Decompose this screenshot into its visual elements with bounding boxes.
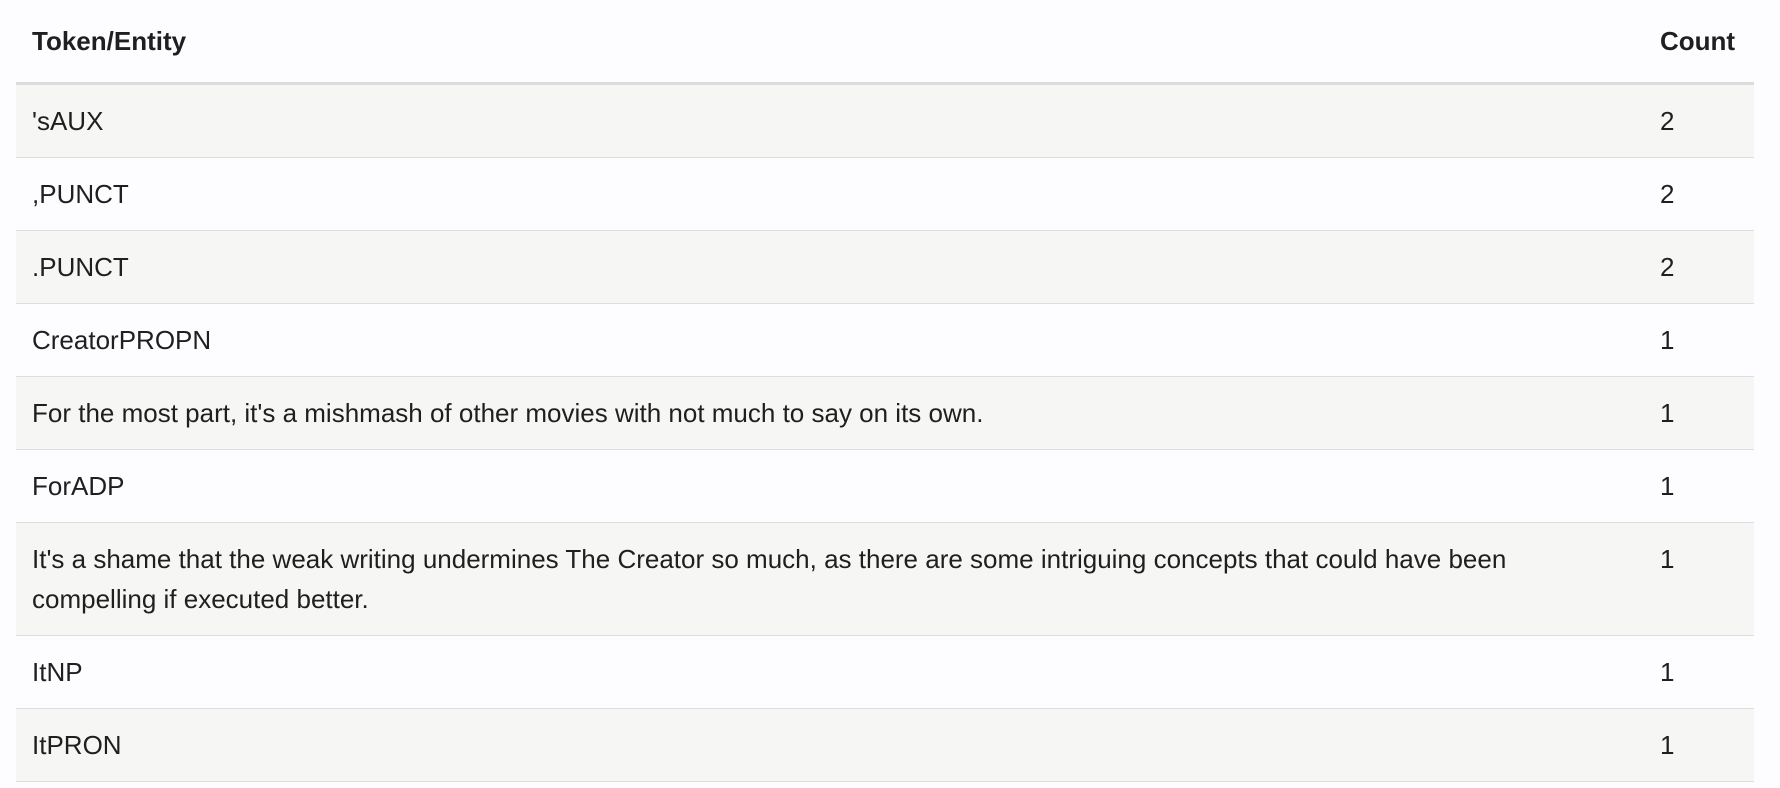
table-body: 'sAUX 2 ,PUNCT 2 .PUNCT 2 CreatorPROPN 1… — [16, 83, 1754, 782]
token-cell: ItPRON — [16, 708, 1644, 782]
column-header-count[interactable]: Count — [1644, 0, 1754, 85]
token-cell: CreatorPROPN — [16, 303, 1644, 377]
count-cell: 1 — [1644, 708, 1754, 782]
token-cell: ForADP — [16, 449, 1644, 523]
count-cell: 1 — [1644, 449, 1754, 523]
count-cell: 2 — [1644, 83, 1754, 158]
table-header: Token/Entity Count — [16, 0, 1754, 85]
table-row: ItPRON 1 — [16, 708, 1754, 782]
table-row: ,PUNCT 2 — [16, 157, 1754, 231]
token-cell: For the most part, it's a mishmash of ot… — [16, 376, 1644, 450]
count-cell: 1 — [1644, 635, 1754, 709]
table-row: CreatorPROPN 1 — [16, 303, 1754, 377]
table-row: ForADP 1 — [16, 449, 1754, 523]
count-cell: 1 — [1644, 303, 1754, 377]
token-cell: It's a shame that the weak writing under… — [16, 522, 1644, 636]
table-row: .PUNCT 2 — [16, 230, 1754, 304]
table-row: For the most part, it's a mishmash of ot… — [16, 376, 1754, 450]
count-cell: 1 — [1644, 522, 1754, 636]
token-cell: ItNP — [16, 635, 1644, 709]
count-cell: 1 — [1644, 376, 1754, 450]
token-cell: .PUNCT — [16, 230, 1644, 304]
token-count-table-container: Token/Entity Count 'sAUX 2 ,PUNCT 2 .PUN… — [16, 0, 1754, 782]
table-row: 'sAUX 2 — [16, 83, 1754, 158]
table-row: It's a shame that the weak writing under… — [16, 522, 1754, 636]
header-row: Token/Entity Count — [16, 0, 1754, 85]
count-cell: 2 — [1644, 157, 1754, 231]
token-count-table: Token/Entity Count 'sAUX 2 ,PUNCT 2 .PUN… — [16, 0, 1754, 782]
token-cell: 'sAUX — [16, 83, 1644, 158]
token-cell: ,PUNCT — [16, 157, 1644, 231]
column-header-token[interactable]: Token/Entity — [16, 0, 1644, 85]
table-row: ItNP 1 — [16, 635, 1754, 709]
count-cell: 2 — [1644, 230, 1754, 304]
